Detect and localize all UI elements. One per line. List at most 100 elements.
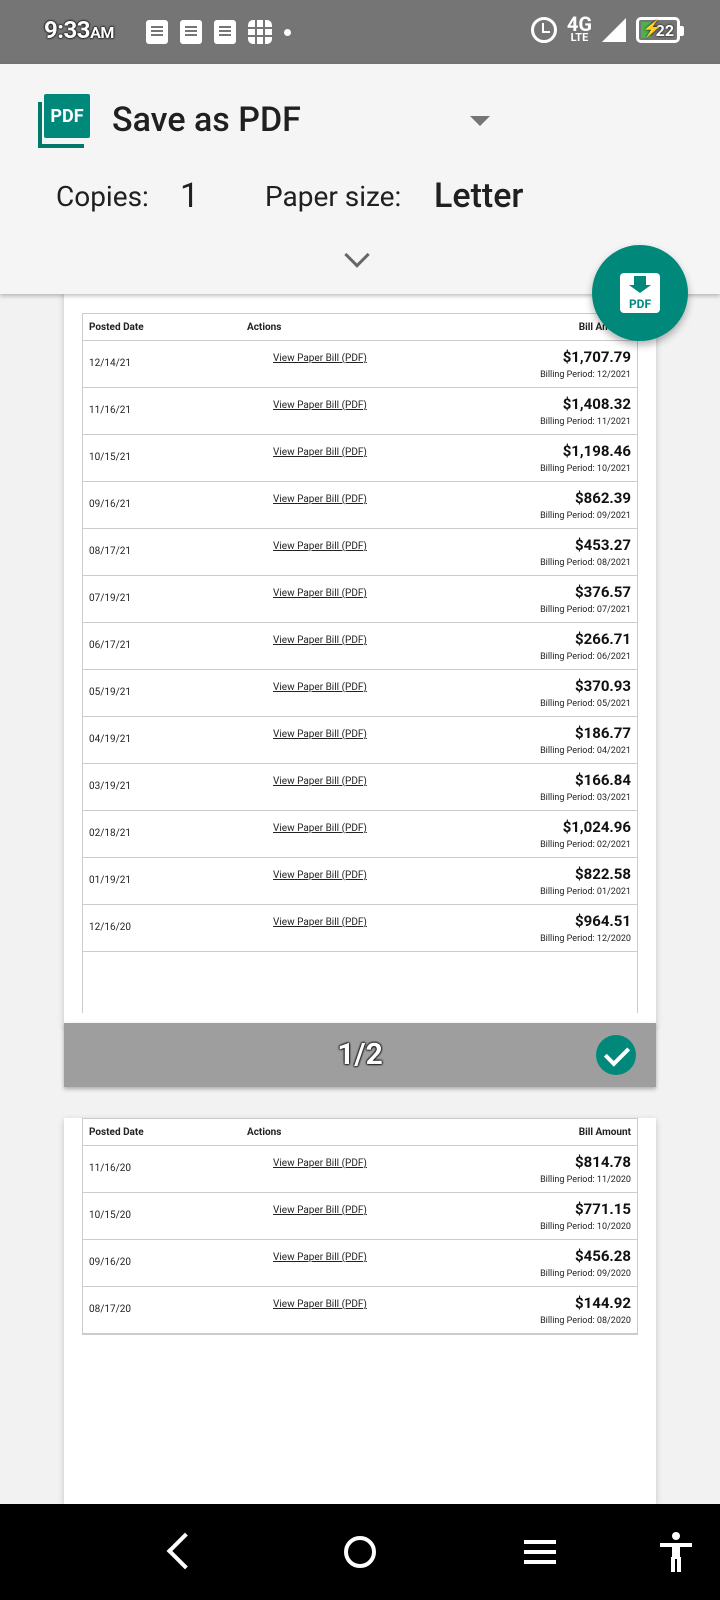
bill-amount: $1,024.96 (562, 818, 631, 836)
view-paper-bill-link[interactable]: View Paper Bill (PDF) (273, 635, 367, 646)
paper-size-value[interactable]: Letter (434, 176, 523, 216)
billing-period: Billing Period: 07/2021 (540, 605, 631, 615)
posted-date: 07/19/21 (89, 593, 131, 604)
billing-period: Billing Period: 10/2020 (540, 1222, 631, 1232)
billing-period: Billing Period: 12/2021 (540, 370, 631, 380)
billing-period: Billing Period: 02/2021 (540, 840, 631, 850)
posted-date: 11/16/21 (89, 405, 131, 416)
view-paper-bill-link[interactable]: View Paper Bill (PDF) (273, 1205, 367, 1216)
table-row: 08/17/21 View Paper Bill (PDF) $453.27 Bill… (83, 529, 637, 576)
posted-date: 10/15/20 (89, 1210, 131, 1221)
network-sub: LTE (570, 31, 589, 44)
billing-period: Billing Period: 09/2021 (540, 511, 631, 521)
billing-period: Billing Period: 05/2021 (540, 699, 631, 709)
pdf-printer-icon: PDF (38, 94, 92, 148)
status-right: 4G LTE ⚡ 22 (530, 14, 684, 44)
table-row: 10/15/20 View Paper Bill (PDF) $771.15 Bill… (83, 1193, 637, 1240)
view-paper-bill-link[interactable]: View Paper Bill (PDF) (273, 1158, 367, 1169)
posted-date: 09/16/20 (89, 1257, 131, 1268)
bill-amount: $771.15 (575, 1200, 631, 1218)
fab-label: PDF (628, 297, 652, 311)
billing-period: Billing Period: 06/2021 (540, 652, 631, 662)
posted-date: 12/14/21 (89, 358, 131, 369)
posted-date: 10/15/21 (89, 452, 131, 463)
doc-icon (146, 20, 168, 44)
doc-icon (180, 20, 202, 44)
view-paper-bill-link[interactable]: View Paper Bill (PDF) (273, 1252, 367, 1263)
header-actions: Actions (247, 321, 282, 333)
billing-period: Billing Period: 10/2021 (540, 464, 631, 474)
recents-icon[interactable] (524, 1540, 556, 1544)
doc-icon (214, 20, 236, 44)
page-preview-1[interactable]: 322 CRESTON AVE Posted Date Actions Bill… (64, 260, 656, 1026)
header-posted-date: Posted Date (89, 321, 144, 333)
view-paper-bill-link[interactable]: View Paper Bill (PDF) (273, 353, 367, 364)
copies-label: Copies: (56, 180, 149, 213)
download-pdf-button[interactable]: PDF (592, 245, 688, 341)
bill-amount: $453.27 (575, 536, 631, 554)
bill-table: Posted Date Actions Bill Amount 12/14/21… (82, 313, 638, 1013)
billing-period: Billing Period: 11/2021 (540, 417, 631, 427)
view-paper-bill-link[interactable]: View Paper Bill (PDF) (273, 823, 367, 834)
bill-amount: $186.77 (575, 724, 631, 742)
table-row: 11/16/20 View Paper Bill (PDF) $814.78 Bill… (83, 1146, 637, 1193)
posted-date: 06/17/21 (89, 640, 131, 651)
bill-amount: $862.39 (575, 489, 631, 507)
charging-icon: ⚡ (642, 19, 662, 38)
posted-date: 01/19/21 (89, 875, 131, 886)
table-row: 12/14/21 View Paper Bill (PDF) $1,707.79 Bi… (83, 341, 637, 388)
alarm-icon (530, 17, 557, 43)
table-body: 11/16/20 View Paper Bill (PDF) $814.78 Bill… (83, 1146, 637, 1334)
back-icon[interactable] (166, 1532, 204, 1570)
home-icon[interactable] (344, 1536, 376, 1568)
view-paper-bill-link[interactable]: View Paper Bill (PDF) (273, 494, 367, 505)
bill-amount: $822.58 (575, 865, 631, 883)
view-paper-bill-link[interactable]: View Paper Bill (PDF) (273, 541, 367, 552)
view-paper-bill-link[interactable]: View Paper Bill (PDF) (273, 1299, 367, 1310)
table-row: 06/17/21 View Paper Bill (PDF) $266.71 Bill… (83, 623, 637, 670)
pdf-logo-text: PDF (44, 94, 90, 138)
copies-value[interactable]: 1 (180, 176, 199, 216)
bill-table: Posted Date Actions Bill Amount 11/16/20… (82, 1118, 638, 1335)
printer-select[interactable]: Save as PDF (112, 100, 301, 140)
table-row: 02/18/21 View Paper Bill (PDF) $1,024.96 Bi… (83, 811, 637, 858)
view-paper-bill-link[interactable]: View Paper Bill (PDF) (273, 776, 367, 787)
status-time-ampm: AM (90, 23, 114, 42)
view-paper-bill-link[interactable]: View Paper Bill (PDF) (273, 870, 367, 881)
page-footer: 1/2 (64, 1023, 656, 1087)
network-indicator: 4G LTE (567, 14, 592, 44)
page-selected-check-icon[interactable] (596, 1035, 636, 1075)
accessibility-head (672, 1532, 680, 1540)
bill-amount: $1,198.46 (562, 442, 631, 460)
accessibility-leg (671, 1557, 675, 1572)
bill-amount: $266.71 (575, 630, 631, 648)
view-paper-bill-link[interactable]: View Paper Bill (PDF) (273, 682, 367, 693)
posted-date: 03/19/21 (89, 781, 131, 792)
view-paper-bill-link[interactable]: View Paper Bill (PDF) (273, 588, 367, 599)
view-paper-bill-link[interactable]: View Paper Bill (PDF) (273, 917, 367, 928)
dot-icon (284, 28, 291, 36)
bill-amount: $166.84 (575, 771, 631, 789)
billing-period: Billing Period: 09/2020 (540, 1269, 631, 1279)
dropdown-arrow-icon[interactable] (470, 116, 490, 126)
bill-amount: $964.51 (575, 912, 631, 930)
table-row: 03/19/21 View Paper Bill (PDF) $166.84 Bill… (83, 764, 637, 811)
posted-date: 08/17/20 (89, 1304, 131, 1315)
table-row: 01/19/21 View Paper Bill (PDF) $822.58 Bill… (83, 858, 637, 905)
billing-period: Billing Period: 11/2020 (540, 1175, 631, 1185)
header-actions: Actions (247, 1126, 282, 1138)
view-paper-bill-link[interactable]: View Paper Bill (PDF) (273, 729, 367, 740)
header-bill-amount: Bill Amount (578, 1126, 631, 1138)
page-preview-2[interactable]: Posted Date Actions Bill Amount 11/16/20… (64, 1118, 656, 1504)
billing-period: Billing Period: 01/2021 (540, 887, 631, 897)
view-paper-bill-link[interactable]: View Paper Bill (PDF) (273, 400, 367, 411)
accessibility-icon[interactable] (660, 1532, 692, 1572)
billing-period: Billing Period: 12/2020 (540, 934, 631, 944)
navigation-bar (0, 1504, 720, 1600)
table-row: 11/16/21 View Paper Bill (PDF) $1,408.32 Bi… (83, 388, 637, 435)
bill-amount: $144.92 (575, 1294, 631, 1312)
table-body: 12/14/21 View Paper Bill (PDF) $1,707.79 Bi… (83, 341, 637, 952)
expand-options-icon[interactable] (344, 242, 370, 268)
view-paper-bill-link[interactable]: View Paper Bill (PDF) (273, 447, 367, 458)
table-row: 09/16/21 View Paper Bill (PDF) $862.39 Bill… (83, 482, 637, 529)
